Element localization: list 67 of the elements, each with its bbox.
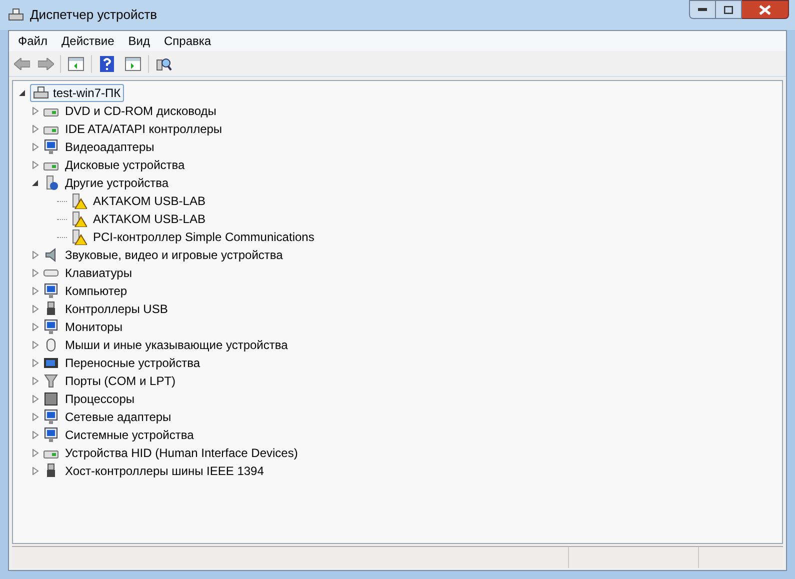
tree-item[interactable]: AKTAKOM USB-LAB (93, 192, 206, 210)
expand-icon[interactable] (32, 359, 39, 367)
tree-item[interactable]: Порты (COM и LPT) (65, 372, 176, 390)
maximize-button[interactable] (716, 0, 742, 19)
tree-item[interactable]: Другие устройства (65, 174, 169, 192)
tree-item[interactable]: Видеоадаптеры (65, 138, 154, 156)
tree-item[interactable]: Хост-контроллеры шины IEEE 1394 (65, 462, 264, 480)
window-title: Диспетчер устройств (30, 6, 158, 24)
expand-icon[interactable] (32, 341, 39, 349)
menu-item[interactable]: Действие (54, 32, 122, 50)
menu-item[interactable]: Справка (157, 32, 218, 50)
tree-item[interactable]: Переносные устройства (65, 354, 200, 372)
forward-arrow-icon (38, 58, 54, 70)
window-pane-icon (68, 56, 84, 70)
tree-item[interactable]: DVD и CD-ROM дисководы (65, 102, 216, 120)
chip-icon (43, 391, 59, 407)
expand-icon[interactable] (32, 413, 39, 421)
minimize-button[interactable] (689, 0, 716, 19)
close-icon (759, 4, 771, 14)
port-icon (43, 373, 59, 389)
tree-item[interactable]: Дисковые устройства (65, 156, 185, 174)
tree-root-item[interactable]: test-win7-ПК (30, 84, 124, 102)
tree-item[interactable]: AKTAKOM USB-LAB (93, 210, 206, 228)
expand-icon[interactable] (32, 125, 39, 133)
computer-icon (33, 85, 49, 101)
expand-icon[interactable] (32, 269, 39, 277)
tree-item[interactable]: Звуковые, видео и игровые устройства (65, 246, 283, 264)
tree-item[interactable]: IDE ATA/ATAPI контроллеры (65, 120, 222, 138)
tree-item[interactable]: Устройства HID (Human Interface Devices) (65, 444, 298, 462)
window-pane-icon (125, 56, 141, 70)
expand-icon[interactable] (32, 323, 39, 331)
expand-icon[interactable] (32, 161, 39, 169)
back-arrow-icon (14, 58, 30, 70)
expand-icon[interactable] (32, 395, 39, 403)
tree-item[interactable]: Системные устройства (65, 426, 194, 444)
tree-item[interactable]: Сетевые адаптеры (65, 408, 172, 426)
expand-icon[interactable] (32, 305, 39, 313)
help-icon (100, 56, 114, 72)
tree-item[interactable]: Мыши и иные указывающие устройства (65, 336, 288, 354)
tree-item[interactable]: Клавиатуры (65, 264, 132, 282)
expand-icon[interactable] (32, 143, 39, 151)
tree-item[interactable]: Контроллеры USB (65, 300, 168, 318)
expand-icon[interactable] (32, 251, 39, 259)
expand-icon[interactable] (32, 449, 39, 457)
expand-icon[interactable] (32, 431, 39, 439)
expand-icon[interactable] (32, 287, 39, 295)
menu-item[interactable]: Вид (121, 32, 157, 50)
tablet-icon (43, 355, 59, 371)
collapse-icon[interactable] (32, 179, 39, 187)
expand-icon[interactable] (32, 467, 39, 475)
close-button[interactable] (742, 0, 789, 19)
expand-icon[interactable] (32, 377, 39, 385)
tree-item[interactable]: Мониторы (65, 318, 122, 336)
tree-item[interactable]: PCI-контроллер Simple Communications (93, 228, 314, 246)
minimize-icon (698, 8, 707, 11)
magnifier-icon (156, 56, 172, 72)
tree-item[interactable]: Процессоры (65, 390, 134, 408)
computer-icon (43, 427, 59, 443)
computer-icon (8, 7, 24, 23)
menu-item[interactable]: Файл (11, 32, 55, 50)
monitor-icon (43, 319, 59, 335)
monitor-icon (43, 139, 59, 155)
maximize-icon (724, 6, 733, 14)
tree-item[interactable]: Компьютер (65, 282, 128, 300)
collapse-icon[interactable] (19, 89, 26, 97)
computer-icon (43, 283, 59, 299)
expand-icon[interactable] (32, 107, 39, 115)
